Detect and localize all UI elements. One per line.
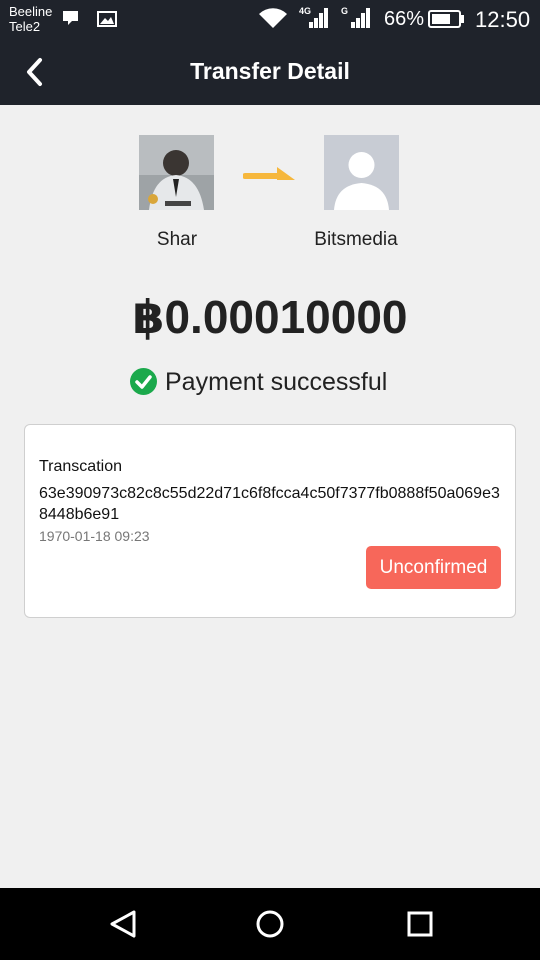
transaction-label: Transcation: [39, 458, 122, 475]
receiver-name: Bitsmedia: [314, 229, 398, 250]
notification-icon: [63, 11, 78, 25]
signal-2-tag: G: [341, 6, 348, 16]
receiver-avatar[interactable]: [324, 135, 399, 210]
nav-back-icon[interactable]: [105, 906, 141, 942]
status-bar: Beeline Tele2 4G G 66% 12:50: [0, 0, 540, 40]
transfer-arrow-icon: [243, 167, 295, 180]
signal-g-icon: G: [341, 6, 370, 28]
transaction-timestamp: 1970-01-18 09:23: [39, 528, 150, 544]
nav-recents-icon[interactable]: [402, 906, 438, 942]
carrier-2: Tele2: [9, 19, 41, 34]
nav-home-icon[interactable]: [252, 906, 288, 942]
transfer-amount: ฿0.00010000: [132, 291, 408, 343]
wifi-icon: [259, 8, 287, 28]
clock: 12:50: [475, 7, 531, 32]
page-title: Transfer Detail: [190, 58, 350, 84]
check-circle-icon: [130, 368, 157, 395]
sender-name: Shar: [156, 229, 198, 250]
carrier-1: Beeline: [9, 4, 53, 19]
sender-avatar[interactable]: [139, 135, 214, 210]
battery-icon: [428, 10, 464, 28]
carrier-names: Beeline Tele2: [9, 4, 52, 34]
app-bar: Transfer Detail: [0, 40, 540, 105]
signal-4g-icon: 4G: [299, 6, 328, 28]
transaction-card: Transcation 63e390973c82c8c55d22d71c6f8f…: [24, 424, 516, 618]
image-icon: [97, 11, 117, 27]
battery-percentage: 66%: [384, 8, 425, 30]
payment-status-text: Payment successful: [165, 368, 388, 396]
signal-1-tag: 4G: [299, 6, 311, 16]
unconfirmed-status-badge[interactable]: Unconfirmed: [366, 546, 501, 589]
system-nav-bar: [0, 888, 540, 960]
transaction-hash[interactable]: 63e390973c82c8c55d22d71c6f8fcca4c50f7377…: [39, 483, 505, 525]
